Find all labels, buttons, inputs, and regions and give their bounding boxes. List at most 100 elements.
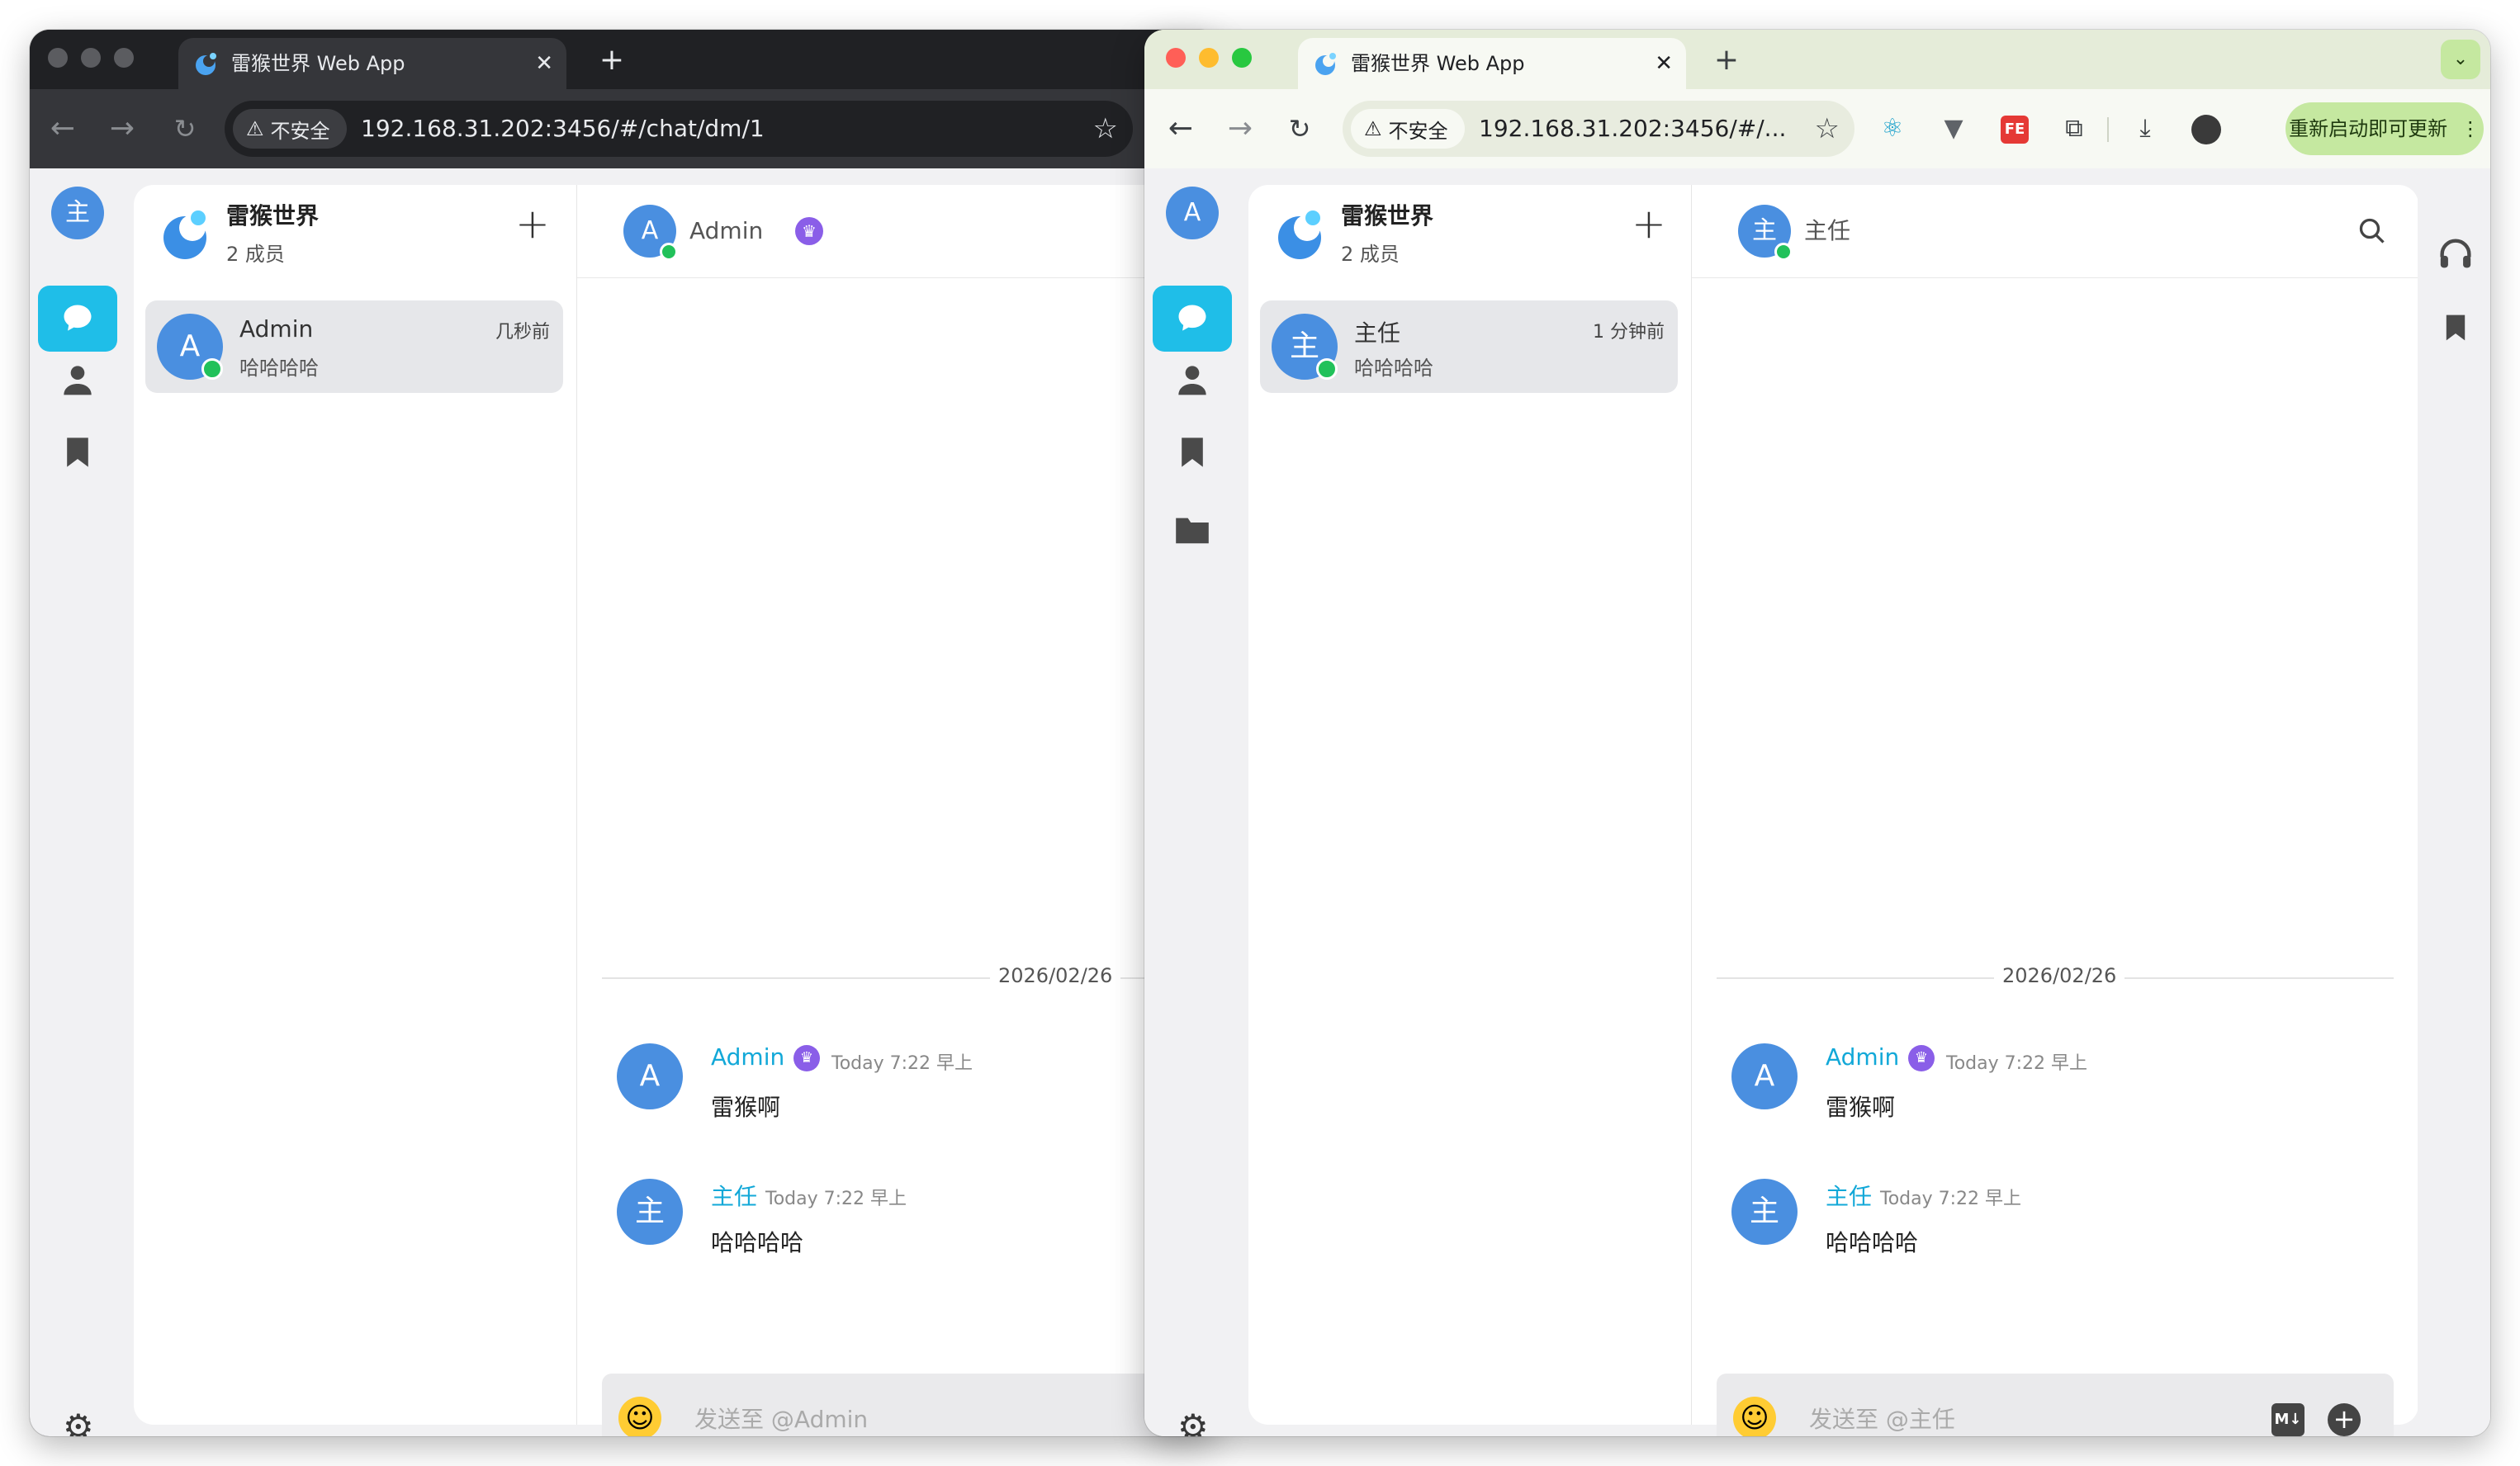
folder-icon[interactable] [1174,515,1210,545]
url-text[interactable]: 192.168.31.202:3456/#/... [1479,101,1786,157]
server-logo-icon [1278,210,1321,259]
crown-icon: ♛ [795,217,823,245]
dm-time: 几秒前 [495,322,550,343]
back-icon[interactable]: ← [40,106,86,152]
insecure-label: 不安全 [270,119,330,143]
message-avatar[interactable]: 主 [617,1179,683,1245]
close-window-button[interactable] [48,48,68,68]
relaunch-update-button[interactable]: 重新启动即可更新 ⋮ [2286,102,2484,155]
message-avatar[interactable]: A [1731,1043,1798,1109]
chat-icon [64,305,92,331]
forward-icon[interactable]: → [99,106,145,152]
add-button[interactable]: + [515,200,550,248]
app-content: 主 ⚙ 雷猴世界 2 成员 + A Admin 哈哈哈哈 几秒前 A Admin… [30,168,1219,1436]
minimize-window-button[interactable] [1199,48,1219,68]
reload-icon[interactable]: ↻ [162,106,208,152]
headset-icon[interactable] [2437,238,2474,271]
reload-icon[interactable]: ↻ [1277,106,1323,152]
date-divider [602,977,1219,979]
dm-time: 1 分钟前 [1593,322,1665,343]
emoji-icon[interactable]: ☺ [1733,1397,1776,1436]
profile-avatar-icon[interactable] [2185,107,2228,150]
bookmark-star-icon[interactable]: ☆ [1093,101,1118,157]
search-icon[interactable] [2357,216,2387,246]
message-composer[interactable]: ☺ 发送至 @Admin [602,1374,1219,1436]
message-author[interactable]: 主任 [711,1179,757,1212]
add-button[interactable]: + [1632,200,1666,248]
zoom-window-button[interactable] [1232,48,1252,68]
message-avatar[interactable]: A [617,1043,683,1109]
gear-icon[interactable]: ⚙ [63,1407,94,1436]
dm-list-item[interactable]: A Admin 哈哈哈哈 几秒前 [145,300,563,393]
new-tab-button[interactable]: + [1706,40,1747,81]
bookmark-star-icon[interactable]: ☆ [1815,101,1840,157]
message-author[interactable]: 主任 [1826,1179,1872,1212]
person-icon[interactable] [61,362,94,398]
message-composer[interactable]: ☺ 发送至 @主任 M↓ + [1717,1374,2394,1436]
message-avatar[interactable]: 主 [1731,1179,1798,1245]
bookmark-icon[interactable] [1179,436,1206,469]
close-window-button[interactable] [1166,48,1186,68]
emoji-icon[interactable]: ☺ [618,1397,661,1436]
security-chip[interactable]: ⚠ 不安全 [233,109,347,149]
browser-tab[interactable]: 雷猴世界 Web App ✕ [178,38,566,89]
message-text: 哈哈哈哈 [1826,1229,1919,1256]
plus-circle-icon[interactable]: + [2328,1403,2361,1436]
markdown-icon[interactable]: M↓ [2271,1403,2304,1436]
dm-list-item[interactable]: 主 主任 哈哈哈哈 1 分钟前 [1260,300,1678,393]
tab-close-icon[interactable]: ✕ [535,38,553,89]
dm-name: Admin [239,315,314,343]
nav-chat[interactable] [1153,286,1232,352]
chat-title: 主任 [1804,217,1851,244]
download-icon[interactable]: ⤓ [2124,107,2167,150]
url-text[interactable]: 192.168.31.202:3456/#/chat/dm/1 [361,101,765,157]
fe-helper-icon[interactable]: FE [1993,107,2036,150]
more-menu-icon: ⋮ [2460,117,2480,140]
app-content: A ⚙ 雷猴世界 2 成员 + 主 主任 哈哈哈哈 1 分钟前 主 主任 202… [1144,168,2490,1436]
address-bar[interactable]: ⚠ 不安全 192.168.31.202:3456/#/... ☆ [1343,101,1854,157]
back-icon[interactable]: ← [1158,106,1204,152]
dm-last-message: 哈哈哈哈 [1354,357,1433,380]
online-indicator [1774,243,1793,261]
composer-placeholder[interactable]: 发送至 @Admin [694,1374,868,1436]
extensions-puzzle-icon[interactable]: ⧉ [2053,107,2096,150]
vue-devtools-icon[interactable]: ▼ [1932,107,1975,150]
chat-panel: A Admin ♛ 2026/02/26 A Admin ♛ Today 7:2… [576,185,1219,1436]
date-divider-text: 2026/02/26 [990,964,1121,987]
member-count: 2 成员 [1341,243,1400,266]
tab-close-icon[interactable]: ✕ [1655,38,1673,89]
tab-search-chevron-icon[interactable]: ⌄ [2441,40,2480,79]
online-indicator [660,243,678,261]
browser-tab[interactable]: 雷猴世界 Web App ✕ [1298,38,1686,89]
browser-window-right: 雷猴世界 Web App ✕ + ⌄ ← → ↻ ⚠ 不安全 192.168.3… [1144,30,2490,1436]
update-label: 重新启动即可更新 [2289,117,2448,140]
title-bar: 雷猴世界 Web App ✕ + [30,30,1219,89]
nav-chat[interactable] [38,286,117,352]
self-avatar[interactable]: 主 [51,187,104,239]
react-devtools-icon[interactable]: ⚛ [1871,107,1914,150]
gear-icon[interactable]: ⚙ [1177,1407,1209,1436]
forward-icon[interactable]: → [1217,106,1263,152]
self-avatar[interactable]: A [1166,187,1219,239]
message-author[interactable]: Admin [1826,1043,1899,1071]
security-chip[interactable]: ⚠ 不安全 [1351,109,1465,149]
bookmark-icon[interactable] [64,436,91,469]
online-indicator [1316,358,1338,380]
dm-last-message: 哈哈哈哈 [239,357,319,380]
right-rail [2418,168,2490,1436]
zoom-window-button[interactable] [114,48,134,68]
browser-toolbar: ← → ↻ ⚠ 不安全 192.168.31.202:3456/#/chat/d… [30,89,1219,168]
message-time: Today 7:22 早上 [765,1189,907,1209]
tab-title: 雷猴世界 Web App [1351,52,1525,75]
bookmark-icon[interactable] [2444,314,2467,342]
person-icon[interactable] [1176,362,1209,398]
composer-placeholder[interactable]: 发送至 @主任 [1809,1374,1955,1436]
message-text: 雷猴啊 [711,1094,781,1121]
crown-icon: ♛ [1908,1045,1935,1071]
minimize-window-button[interactable] [81,48,101,68]
message-author[interactable]: Admin [711,1043,784,1071]
date-divider-text: 2026/02/26 [1994,964,2125,987]
address-bar[interactable]: ⚠ 不安全 192.168.31.202:3456/#/chat/dm/1 ☆ [225,101,1133,157]
new-tab-button[interactable]: + [591,40,632,81]
crown-icon: ♛ [793,1045,820,1071]
